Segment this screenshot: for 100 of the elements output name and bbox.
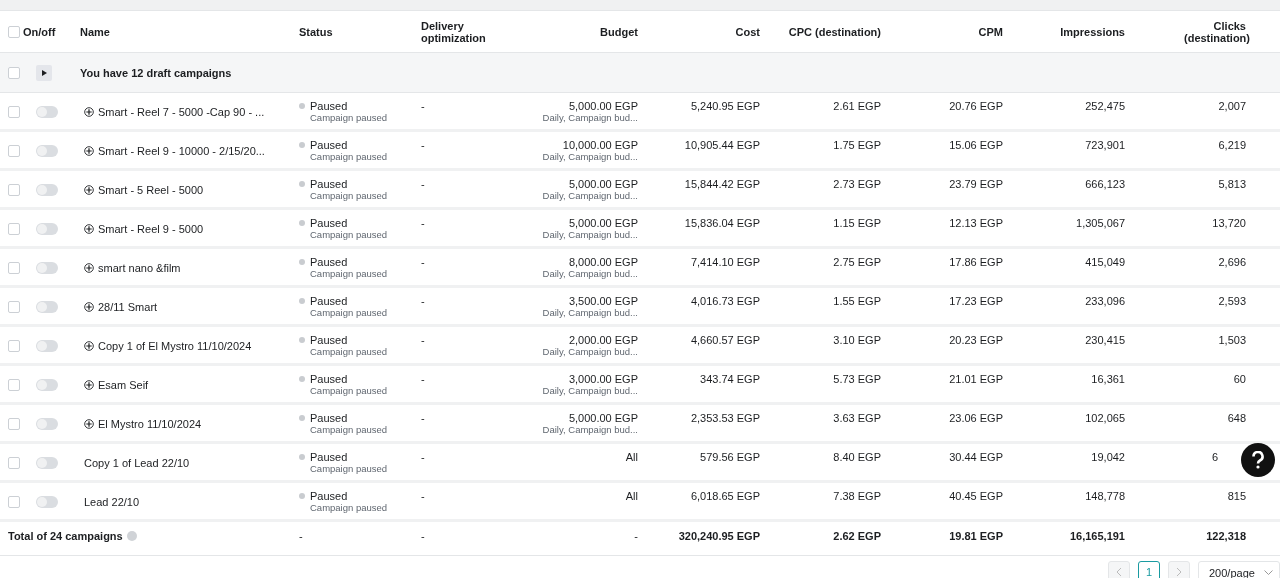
campaign-name[interactable]: Esam Seif (98, 379, 149, 391)
table-cell-text: 3.10 EGP (832, 334, 882, 346)
checkbox[interactable] (8, 379, 20, 391)
toggle-switch[interactable] (36, 262, 58, 274)
status-detail: Campaign paused (309, 190, 389, 201)
table-cell-text: 7.38 EGP (832, 490, 882, 502)
table-cell-text: 15.06 EGP (948, 139, 1004, 151)
expand-button[interactable] (36, 64, 52, 81)
table-cell-text: - (420, 412, 426, 424)
table-cell-text: 2,007 (1217, 100, 1247, 112)
checkbox[interactable] (8, 145, 20, 157)
status-dot (299, 103, 305, 109)
status-dot (299, 337, 305, 343)
table-cell-text: - (420, 490, 426, 502)
table-cell-text: 252,475 (1084, 100, 1126, 112)
table-cell-text: - (633, 530, 639, 542)
campaign-name[interactable]: 28/11 Smart (98, 301, 158, 313)
table-cell-text: - (298, 530, 304, 542)
table-cell-text: 60 (1232, 373, 1247, 385)
toggle-switch[interactable] (36, 223, 58, 235)
campaign-name[interactable]: Smart - Reel 7 - 5000 -Cap 90 - ... (98, 106, 265, 118)
status-detail: Campaign paused (309, 502, 389, 513)
table-cell-text: 23.06 EGP (948, 412, 1004, 424)
toggle-switch[interactable] (36, 418, 58, 430)
help-icon[interactable] (126, 531, 137, 541)
status-detail: Campaign paused (309, 112, 389, 123)
checkbox[interactable] (8, 25, 20, 38)
table-cell-text: 23.79 EGP (948, 178, 1004, 190)
previous-page-button[interactable] (1108, 561, 1130, 578)
column-header: Status (298, 25, 334, 38)
table-cell: All (625, 490, 638, 502)
table-cell-text: 723,901 (1084, 139, 1126, 151)
campaign-name[interactable]: Copy 1 of El Mystro 11/10/2024 (98, 340, 252, 352)
campaign-name[interactable]: Smart - Reel 9 - 5000 (98, 223, 204, 235)
table-cell: 10,000.00 EGP (562, 139, 638, 151)
table-cell-text: 12.13 EGP (948, 217, 1004, 229)
checkbox[interactable] (8, 496, 20, 508)
table-cell-text: 20.23 EGP (948, 334, 1004, 346)
campaign-name[interactable]: Copy 1 of Lead 22/10 (84, 457, 190, 469)
table-cell-text: - (420, 334, 426, 346)
toggle-switch[interactable] (36, 340, 58, 352)
status-detail: Campaign paused (309, 229, 389, 240)
table-cell-text: 5,813 (1217, 178, 1247, 190)
table-cell-text: 19.81 EGP (948, 530, 1004, 542)
status-text: Paused (310, 217, 348, 229)
campaign-name[interactable]: smart nano &film (98, 262, 181, 274)
table-cell-text: 2,353.53 EGP (689, 412, 761, 424)
status-text: Paused (310, 100, 348, 112)
status-dot (299, 142, 305, 148)
campaign-name[interactable]: Smart - Reel 9 - 10000 - 2/15/20... (98, 145, 265, 157)
checkbox[interactable] (8, 418, 20, 430)
toggle-switch[interactable] (36, 457, 58, 469)
column-header: Impressions (1059, 25, 1126, 38)
status-dot (299, 298, 305, 304)
next-page-button[interactable] (1168, 561, 1190, 578)
table-cell: 2,000.00 EGP (568, 334, 638, 346)
table-cell-text: - (420, 530, 426, 542)
status-text: Paused (310, 139, 348, 151)
chevron-right-icon (1176, 568, 1182, 576)
table-cell: 8,000.00 EGP (568, 256, 638, 268)
table-cell-text: - (420, 100, 426, 112)
table-cell-text: 6,219 (1217, 139, 1247, 151)
campaign-name[interactable]: Lead 22/10 (84, 496, 140, 508)
table-cell-text: 6,018.65 EGP (689, 490, 761, 502)
campaign-name[interactable]: Smart - 5 Reel - 5000 (98, 184, 204, 196)
table-cell-text: 8.40 EGP (832, 451, 882, 463)
column-header: On/off (23, 25, 56, 38)
table-cell-text: 579.56 EGP (699, 451, 761, 463)
column-header: Budget (599, 25, 639, 38)
toggle-switch[interactable] (36, 184, 58, 196)
table-cell-text: 30.44 EGP (948, 451, 1004, 463)
checkbox[interactable] (8, 301, 20, 313)
checkbox[interactable] (8, 184, 20, 196)
table-cell-text: 1.15 EGP (832, 217, 882, 229)
help-button[interactable] (1241, 443, 1275, 477)
toggle-switch[interactable] (36, 145, 58, 157)
checkbox[interactable] (8, 262, 20, 274)
status-detail: Campaign paused (309, 151, 389, 162)
status-text: Paused (310, 451, 348, 463)
checkbox[interactable] (8, 106, 20, 118)
status-detail: Campaign paused (309, 385, 389, 396)
table-cell-text: 5.73 EGP (832, 373, 882, 385)
checkbox[interactable] (8, 340, 20, 352)
checkbox[interactable] (8, 223, 20, 235)
status-dot (299, 454, 305, 460)
status-text: Paused (310, 256, 348, 268)
checkbox[interactable] (8, 66, 20, 79)
campaign-name[interactable]: El Mystro 11/10/2024 (98, 418, 202, 430)
status-dot (299, 415, 305, 421)
table-cell-text: 40.45 EGP (948, 490, 1004, 502)
page-button[interactable]: 1 (1138, 561, 1160, 578)
table-cell-text: 2.75 EGP (832, 256, 882, 268)
toggle-switch[interactable] (36, 106, 58, 118)
table-cell-text: 2,696 (1217, 256, 1247, 268)
toggle-switch[interactable] (36, 301, 58, 313)
status-detail: Campaign paused (309, 307, 389, 318)
toggle-switch[interactable] (36, 496, 58, 508)
toggle-switch[interactable] (36, 379, 58, 391)
table-cell-text: 1,503 (1217, 334, 1247, 346)
checkbox[interactable] (8, 457, 20, 469)
